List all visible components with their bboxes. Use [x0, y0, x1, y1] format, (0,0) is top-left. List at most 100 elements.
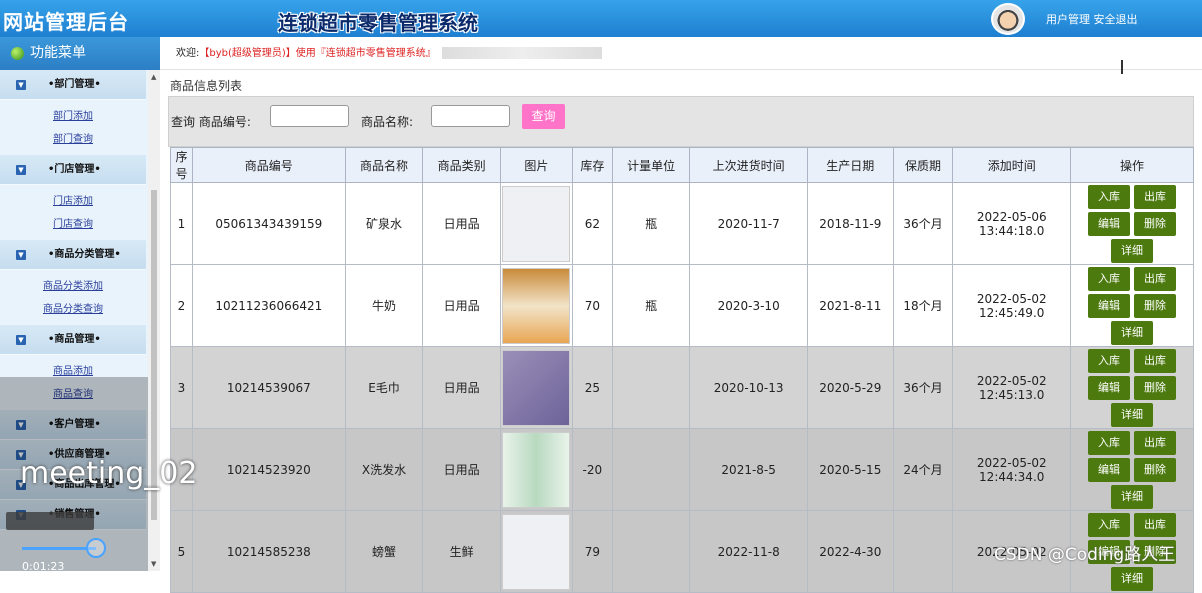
cell-name: 牛奶 [344, 264, 424, 347]
op-button[interactable]: 入库 [1088, 430, 1131, 455]
sidebar-group[interactable]: ▼ •商品分类管理• [0, 240, 146, 270]
cell-shelf: 36个月 [892, 346, 954, 429]
chevron-down-icon: ▼ [16, 335, 26, 345]
column-header: 序号 [170, 147, 193, 183]
blurred-text [441, 47, 602, 59]
globe-icon [11, 47, 24, 60]
cell-stock: 62 [571, 182, 613, 265]
op-button[interactable]: 删除 [1134, 211, 1177, 236]
scroll-up-icon[interactable]: ▲ [151, 73, 156, 81]
added-time: 2022-05-02 [976, 455, 1047, 470]
product-image [502, 431, 571, 508]
sidebar-group-label: •商品分类管理• [48, 249, 121, 260]
op-button[interactable]: 入库 [1088, 266, 1131, 291]
code-input[interactable] [270, 105, 349, 127]
sidebar-item[interactable]: 门店添加 [0, 190, 146, 213]
cell-no: 3 [170, 346, 193, 429]
cell-name: E毛巾 [344, 346, 424, 429]
cell-shelf: 18个月 [892, 264, 954, 347]
added-time: 12:45:49.0 [979, 305, 1045, 320]
sidebar-scrollbar[interactable]: ▲ ▼ [148, 70, 160, 571]
op-button[interactable]: 编辑 [1088, 457, 1131, 482]
video-progress[interactable] [22, 547, 96, 550]
added-time: 12:44:34.0 [979, 469, 1045, 484]
op-button[interactable]: 删除 [1134, 457, 1177, 482]
added-time: 12:45:13.0 [979, 387, 1045, 402]
op-button[interactable]: 编辑 [1088, 293, 1131, 318]
sidebar-group[interactable]: ▼ •门店管理• [0, 155, 146, 185]
op-button[interactable]: 删除 [1134, 375, 1177, 400]
cell-stock: -20 [571, 428, 613, 511]
cell-shelf: 24个月 [892, 428, 954, 511]
table-row: 3 10214539067 E毛巾 日用品 25 2020-10-13 2020-5-29 3… [170, 346, 1194, 429]
op-button[interactable]: 出库 [1134, 430, 1177, 455]
cell-prod: 2020-5-15 [806, 428, 894, 511]
video-time: 0:01:23 [22, 560, 65, 573]
top-header: 网站管理后台 连锁超市零售管理系统 用户管理 安全退出 [0, 0, 1202, 37]
sidebar-item[interactable]: 部门添加 [0, 105, 146, 128]
op-button[interactable]: 编辑 [1088, 211, 1131, 236]
op-button[interactable]: 入库 [1088, 184, 1131, 209]
cell-cat: 日用品 [422, 346, 501, 429]
product-image [502, 513, 571, 590]
sidebar-item[interactable]: 部门查询 [0, 128, 146, 151]
column-header: 上次进货时间 [689, 147, 808, 183]
cell-added: 2022-05-02 12:45:13.0 [952, 346, 1072, 429]
image-cell [499, 264, 573, 347]
column-header: 操作 [1070, 147, 1194, 183]
sidebar-item[interactable]: 门店查询 [0, 213, 146, 236]
op-button[interactable]: 入库 [1088, 348, 1131, 373]
op-button[interactable]: 入库 [1088, 512, 1131, 537]
cell-unit: 瓶 [611, 182, 691, 265]
cell-added: 2022-05-02 12:44:34.0 [952, 428, 1072, 511]
cell-unit [611, 346, 691, 429]
op-button[interactable]: 详细 [1111, 238, 1154, 263]
sidebar-group-label: •部门管理• [48, 79, 101, 90]
cell-cat: 生鲜 [422, 510, 501, 593]
column-header: 保质期 [892, 147, 954, 183]
cell-prod: 2022-4-30 [806, 510, 894, 593]
op-button[interactable]: 出库 [1134, 184, 1177, 209]
chevron-down-icon: ▼ [16, 165, 26, 175]
sidebar-group[interactable]: ▼ •商品管理• [0, 325, 146, 355]
added-time: 2022-05-06 [976, 209, 1047, 224]
op-button[interactable]: 详细 [1111, 484, 1154, 509]
scroll-down-icon[interactable]: ▼ [151, 560, 156, 568]
header-links[interactable]: 用户管理 安全退出 [1046, 11, 1138, 27]
op-button[interactable]: 详细 [1111, 320, 1154, 345]
cell-code: 10214539067 [191, 346, 346, 429]
sidebar-group[interactable]: ▼ •部门管理• [0, 70, 146, 100]
name-input[interactable] [431, 105, 510, 127]
search-bar: 查询 商品编号: 商品名称: 查询 [168, 96, 1194, 147]
cell-code: 10214585238 [191, 510, 346, 593]
op-button[interactable]: 详细 [1111, 566, 1154, 591]
sidebar-item[interactable]: 商品分类查询 [0, 298, 146, 321]
avatar[interactable] [991, 3, 1025, 35]
cell-code: 10211236066421 [191, 264, 346, 347]
sidebar-title: 功能菜单 [0, 37, 160, 70]
cell-cat: 日用品 [422, 182, 501, 265]
op-button[interactable]: 删除 [1134, 293, 1177, 318]
op-button[interactable]: 详细 [1111, 402, 1154, 427]
column-header: 商品名称 [344, 147, 424, 183]
cell-added: 2022-05-02 12:45:49.0 [952, 264, 1072, 347]
cell-last: 2020-3-10 [689, 264, 808, 347]
op-button[interactable]: 出库 [1134, 512, 1177, 537]
video-progress-knob[interactable] [86, 538, 106, 558]
cell-cat: 日用品 [422, 428, 501, 511]
main-content: 欢迎:【byb(超级管理员)】使用『连锁超市零售管理系统』 商品信息列表 查询 … [160, 37, 1202, 593]
search-button[interactable]: 查询 [522, 104, 565, 129]
name-label: 商品名称: [361, 115, 414, 129]
op-button[interactable]: 出库 [1134, 266, 1177, 291]
system-title: 连锁超市零售管理系统 [278, 11, 478, 35]
csdn-watermark: CSDN @Coding路人王 [994, 545, 1176, 565]
ops-cell: 入库 出库 编辑 删除 详细 [1070, 264, 1194, 347]
op-button[interactable]: 编辑 [1088, 375, 1131, 400]
op-button[interactable]: 出库 [1134, 348, 1177, 373]
cell-last: 2021-8-5 [689, 428, 808, 511]
cell-stock: 79 [571, 510, 613, 593]
sidebar-item[interactable]: 商品分类添加 [0, 275, 146, 298]
table-header-row: 序号 商品编号 商品名称 商品类别 图片 库存 计量单位 上次进货时间 生产日期 保质期 添加时间操… [170, 147, 1194, 183]
image-cell [499, 510, 573, 593]
sidebar-group-label: •门店管理• [48, 164, 101, 175]
